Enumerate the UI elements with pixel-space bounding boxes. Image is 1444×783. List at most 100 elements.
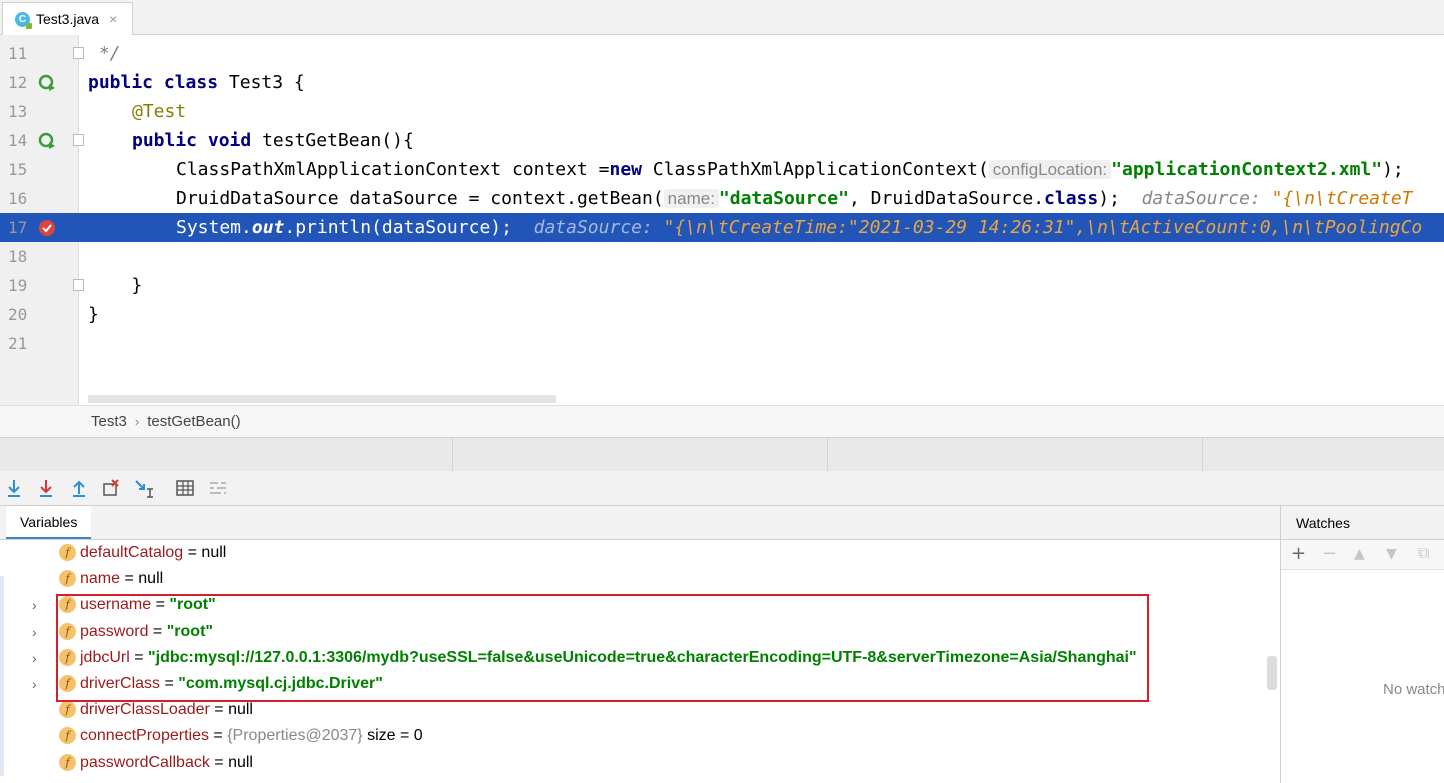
expand-arrow-icon[interactable]: › [32, 645, 37, 671]
variable-name: driverClassLoader [80, 701, 210, 719]
variables-scrollbar[interactable] [1267, 656, 1277, 690]
variable-row[interactable]: f connectProperties = {Properties@2037} s… [0, 723, 1280, 749]
code-token: ); [1098, 188, 1120, 209]
inline-debug-label: dataSource: [511, 217, 664, 238]
variable-row[interactable]: f defaultCatalog = null [0, 540, 1280, 566]
code-text: @Test [132, 97, 186, 126]
code-text: System.out.println(dataSource); dataSour… [176, 213, 1422, 242]
variable-value: {Properties@2037} [227, 727, 363, 745]
string-literal: "dataSource" [718, 188, 849, 209]
field-icon: f [59, 570, 76, 588]
tab-test3-java[interactable]: C Test3.java × [2, 2, 133, 35]
tab-watches[interactable]: Watches [1296, 506, 1350, 540]
code-token: DruidDataSource dataSource = context.get… [176, 188, 664, 209]
code-line-17: 17 System.out.println(dataSource); dataSo… [0, 213, 1444, 242]
run-to-cursor-icon[interactable] [133, 477, 155, 499]
run-test-icon[interactable] [38, 74, 56, 92]
step-into-icon[interactable] [35, 477, 57, 499]
fold-marker-icon[interactable] [73, 47, 84, 59]
line-number: 19 [8, 276, 28, 295]
expand-arrow-icon[interactable]: › [32, 619, 37, 645]
line-number: 15 [8, 160, 28, 179]
move-down-button[interactable]: ▼ [1386, 546, 1397, 562]
variable-equals: = [209, 701, 229, 719]
expand-arrow-icon[interactable]: › [32, 592, 37, 618]
add-watch-button[interactable]: + [1291, 543, 1306, 564]
code-text: public class Test3 { [88, 68, 305, 97]
fold-marker-icon[interactable] [73, 134, 84, 146]
line-number: 21 [8, 334, 28, 353]
run-test-icon[interactable] [38, 132, 56, 150]
code-token: ClassPathXmlApplicationContext context = [176, 159, 610, 180]
keyword: class [1044, 188, 1099, 209]
code-line-21: 21 [0, 329, 1444, 358]
variable-equals: = [209, 753, 229, 771]
duplicate-watch-button[interactable]: ⧉ [1418, 543, 1429, 563]
line-number: 11 [8, 44, 28, 63]
code-token: Test3 { [218, 72, 305, 93]
divider [827, 438, 828, 472]
breakpoint-icon[interactable] [38, 219, 56, 237]
variable-name: name [80, 570, 121, 588]
code-line-16: 16 DruidDataSource dataSource = context.g… [0, 184, 1444, 213]
line-number: 14 [8, 131, 28, 150]
code-text: DruidDataSource dataSource = context.get… [176, 184, 1413, 213]
code-text: } [88, 300, 99, 329]
line-number: 20 [8, 305, 28, 324]
line-number: 17 [8, 218, 28, 237]
remove-watch-button[interactable]: − [1322, 543, 1337, 564]
variables-panel: Variables f defaultCatalog = null f name = … [0, 506, 1281, 783]
variable-row[interactable]: f passwordCallback = null [0, 750, 1280, 776]
code-token: ); [1382, 159, 1404, 180]
parameter-hint: configLocation: [988, 160, 1112, 179]
step-over-icon[interactable] [3, 477, 25, 499]
variable-value: null [201, 544, 227, 561]
variable-text: connectProperties = {Properties@2037} si… [80, 723, 423, 749]
watches-empty-text: No watches [1383, 681, 1444, 698]
keyword: new [609, 159, 642, 180]
line-number: 12 [8, 73, 28, 92]
tab-label: Test3.java [36, 11, 100, 27]
divider [452, 438, 453, 472]
variable-extra: size = 0 [362, 727, 423, 745]
breadcrumb-class[interactable]: Test3 [91, 413, 127, 430]
expand-arrow-icon[interactable]: › [32, 671, 37, 697]
code-line-14: 14 public void testGetBean(){ [0, 126, 1444, 155]
line-number: 18 [8, 247, 28, 266]
watches-panel: Watches + − ▲ ▼ ⧉ No watches [1281, 506, 1444, 783]
code-token: .println(dataSource); [284, 217, 512, 238]
variable-equals: = [183, 544, 202, 561]
code-editor[interactable]: 11 */ 12 public class Test3 {13 @Test 14 publ… [0, 35, 1444, 405]
trace-icon[interactable] [207, 477, 229, 499]
java-class-icon: C [15, 11, 32, 29]
parameter-hint: name: [663, 189, 719, 208]
code-token: System. [176, 217, 252, 238]
code-line-20: 20} [0, 300, 1444, 329]
variable-value: null [138, 570, 164, 588]
line-number: 16 [8, 189, 28, 208]
debug-toolbar [0, 471, 1444, 506]
inline-debug-label: dataSource: [1119, 188, 1272, 209]
variables-header [0, 506, 1280, 540]
tab-variables[interactable]: Variables [6, 506, 92, 539]
step-out-icon[interactable] [68, 477, 90, 499]
code-line-15: 15 ClassPathXmlApplicationContext context… [0, 155, 1444, 184]
static-field: out [251, 217, 285, 238]
drop-frame-icon[interactable] [100, 477, 122, 499]
variable-name: connectProperties [80, 727, 209, 745]
fold-marker-icon[interactable] [73, 279, 84, 291]
variable-row[interactable]: f name = null [0, 566, 1280, 592]
code-text: ClassPathXmlApplicationContext context =… [176, 155, 1404, 184]
code-line-18: 18 [0, 242, 1444, 271]
breadcrumb-separator: › [134, 414, 140, 429]
breadcrumb-method[interactable]: testGetBean() [147, 413, 240, 430]
code-line-12: 12 public class Test3 { [0, 68, 1444, 97]
line-number: 13 [8, 102, 28, 121]
move-up-button[interactable]: ▲ [1354, 546, 1365, 562]
variable-text: passwordCallback = null [80, 750, 253, 776]
editor-horizontal-scrollbar[interactable] [88, 395, 556, 403]
evaluate-icon[interactable] [174, 477, 196, 499]
close-icon[interactable]: × [109, 11, 117, 27]
field-icon: f [59, 701, 76, 719]
watches-header: Watches [1281, 506, 1444, 540]
